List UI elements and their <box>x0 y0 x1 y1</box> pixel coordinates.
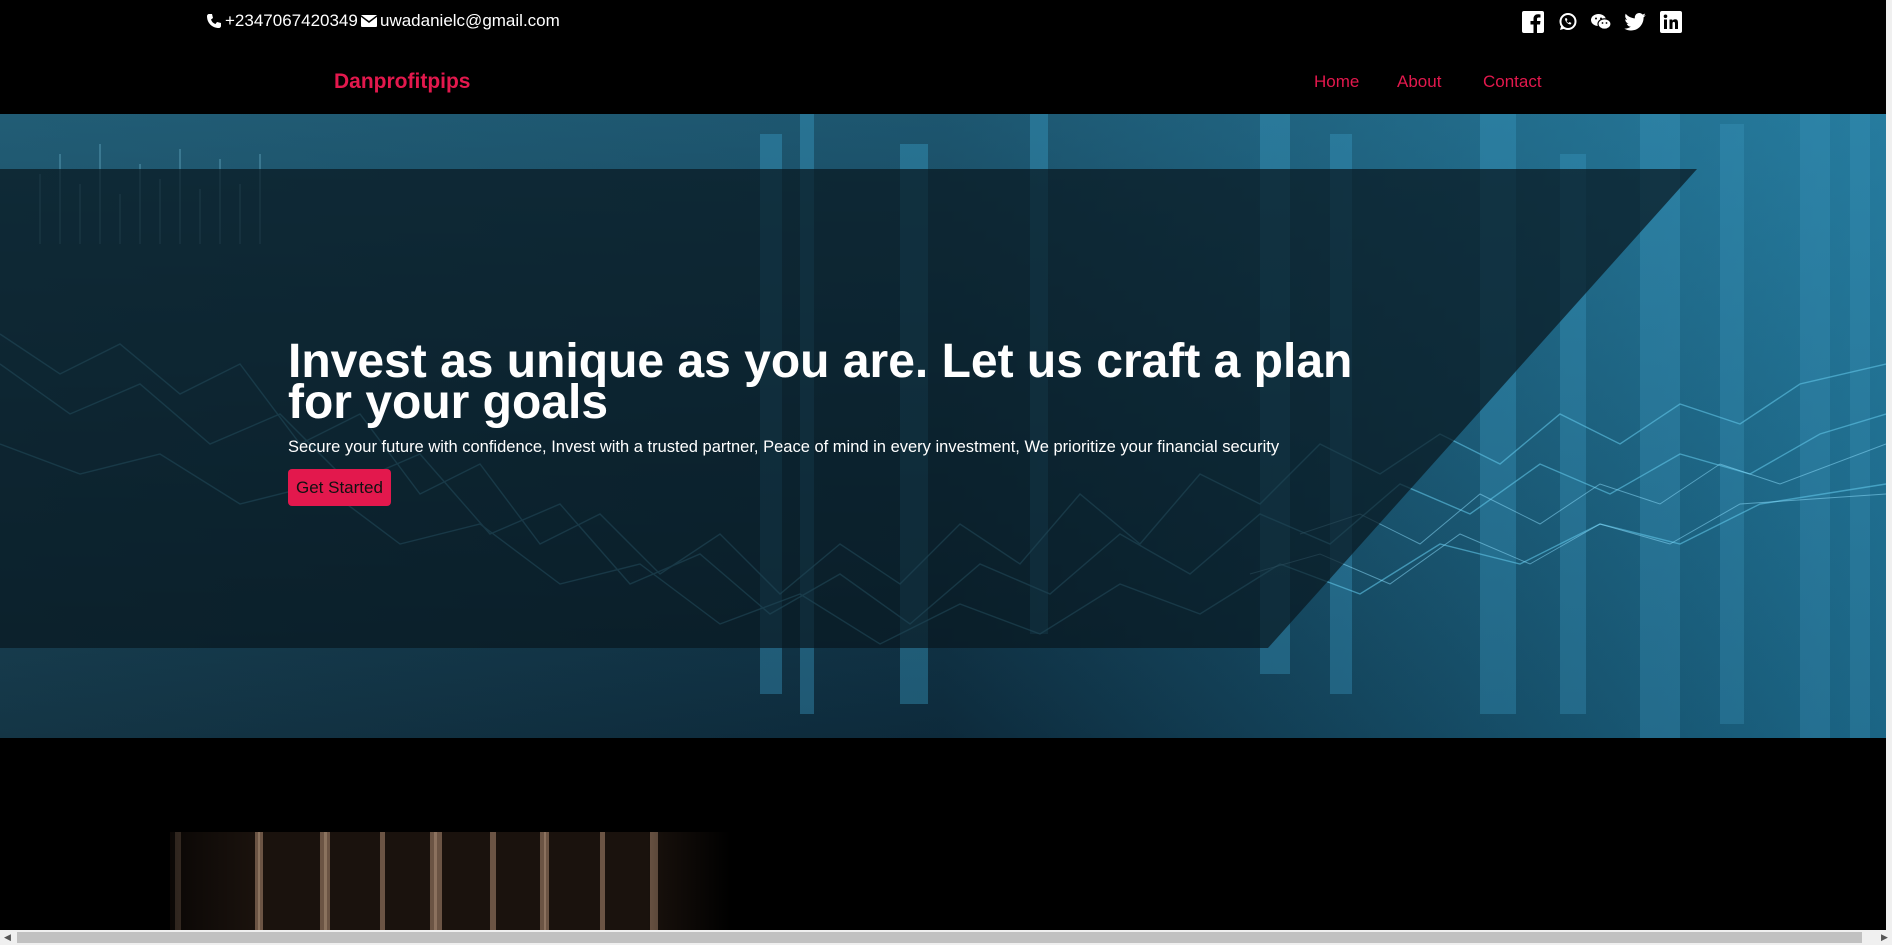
section-preview-image <box>170 832 730 935</box>
phone-number: +2347067420349 <box>225 11 358 30</box>
hero-section: Invest as unique as you are. Let us craf… <box>0 114 1886 738</box>
scroll-left-arrow-icon[interactable]: ◀ <box>0 930 15 945</box>
horizontal-scrollbar-thumb[interactable] <box>17 932 1862 943</box>
get-started-button[interactable]: Get Started <box>288 469 391 506</box>
phone-contact[interactable]: +2347067420349 <box>206 11 358 31</box>
facebook-icon[interactable] <box>1520 9 1546 35</box>
nav-home[interactable]: Home <box>1314 72 1359 92</box>
nav-about[interactable]: About <box>1397 72 1441 92</box>
hero-background-image <box>0 114 1886 738</box>
scroll-right-arrow-icon[interactable]: ▶ <box>1877 930 1892 945</box>
email-address: uwadanielc@gmail.com <box>380 11 560 30</box>
envelope-icon <box>361 14 377 28</box>
hero-headline: Invest as unique as you are. Let us craf… <box>288 335 1353 429</box>
hero-subtitle: Secure your future with confidence, Inve… <box>288 438 1280 456</box>
email-contact[interactable]: uwadanielc@gmail.com <box>361 11 560 31</box>
nav-contact[interactable]: Contact <box>1483 72 1542 92</box>
navbar <box>0 44 1892 114</box>
twitter-icon[interactable] <box>1622 9 1648 35</box>
linkedin-icon[interactable] <box>1658 9 1684 35</box>
brand-logo[interactable]: Danprofitpips <box>334 70 471 94</box>
wechat-icon[interactable] <box>1588 9 1614 35</box>
vertical-scroll-track <box>1886 0 1892 930</box>
phone-icon <box>206 13 222 29</box>
whatsapp-icon[interactable] <box>1555 9 1581 35</box>
